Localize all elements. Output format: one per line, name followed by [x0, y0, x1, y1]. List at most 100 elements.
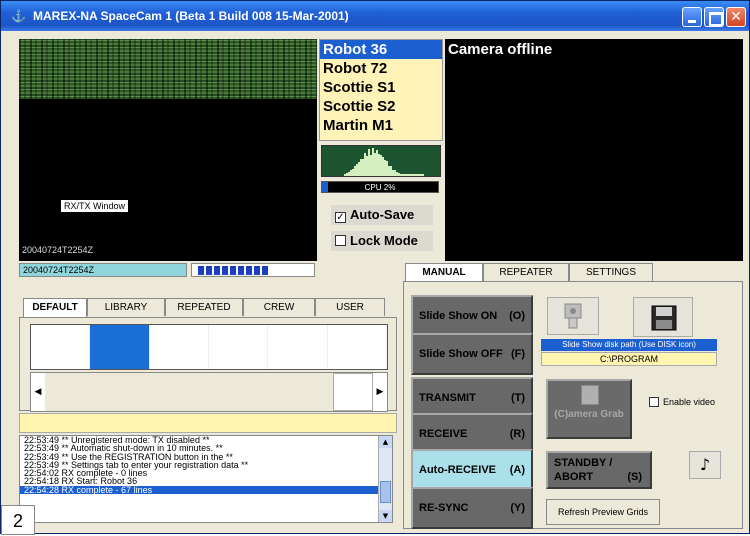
resync-button[interactable]: RE-SYNC (Y) — [411, 487, 533, 529]
rx-progress-bar — [191, 263, 315, 277]
scroll-thumb[interactable] — [333, 373, 373, 411]
progress-segment — [198, 266, 204, 275]
slide-show-on-label: Slide Show ON — [419, 310, 498, 322]
camera-icon — [564, 303, 582, 329]
tab-default[interactable]: DEFAULT — [23, 298, 87, 318]
tab-settings[interactable]: SETTINGS — [569, 263, 653, 281]
progress-segment — [238, 266, 244, 275]
tab-library[interactable]: LIBRARY — [87, 298, 165, 316]
scroll-up-icon[interactable]: ▲ — [379, 436, 392, 448]
lock-mode-label: Lock Mode — [350, 233, 418, 248]
sound-button[interactable]: ♪ — [689, 451, 721, 479]
lock-mode-checkbox[interactable]: Lock Mode — [331, 231, 433, 251]
receive-label: RECEIVE — [419, 428, 468, 440]
minimize-button[interactable] — [682, 7, 702, 27]
slide-show-off-button[interactable]: Slide Show OFF (F) — [411, 333, 533, 375]
scroll-down-icon[interactable]: ▼ — [379, 510, 392, 522]
received-image-band — [19, 39, 317, 99]
progress-segment — [222, 266, 228, 275]
standby-label: STANDBY / ABORT — [554, 457, 613, 483]
camera-grab-label: (C)amera Grab — [554, 409, 624, 420]
slide-show-on-key: (O) — [509, 310, 525, 322]
auto-receive-key: (A) — [509, 464, 525, 476]
rx-timestamp: 20040724T2254Z — [22, 245, 94, 255]
grid-cell[interactable] — [31, 325, 91, 369]
disk-button[interactable] — [633, 297, 693, 337]
cpu-meter: CPU 2% — [321, 181, 439, 193]
checkbox-checked-icon[interactable]: ✓ — [335, 212, 346, 223]
disk-icon — [651, 305, 677, 331]
checkbox-empty-icon[interactable] — [649, 397, 659, 407]
auto-save-label: Auto-Save — [350, 207, 415, 222]
grid-cell[interactable] — [90, 325, 150, 369]
grid-cell[interactable] — [150, 325, 209, 369]
mode-item[interactable]: Scottie S1 — [320, 78, 442, 97]
auto-receive-label: Auto-RECEIVE — [419, 464, 496, 476]
vertical-scrollbar[interactable]: ▲ ▼ — [378, 436, 392, 522]
figure-number: 2 — [1, 505, 35, 535]
slide-show-path-label: Slide Show disk path (Use DISK icon) — [541, 339, 717, 351]
checkbox-empty-icon[interactable] — [335, 235, 346, 246]
rx-tx-window: RX/TX Window 20040724T2254Z — [19, 39, 317, 261]
mode-item[interactable]: Robot 36 — [320, 40, 442, 59]
camera-grab-button[interactable]: (C)amera Grab — [546, 379, 632, 439]
audio-spectrum — [321, 145, 441, 177]
transmit-key: (T) — [510, 392, 525, 404]
progress-segment — [262, 266, 268, 275]
camera-view: Camera offline — [445, 39, 743, 261]
camera-icon — [581, 385, 599, 405]
slide-show-off-key: (F) — [510, 348, 525, 360]
grid-cell[interactable] — [268, 325, 328, 369]
grid-cell[interactable] — [328, 325, 387, 369]
log-line: 22:54:28 RX complete - 67 lines — [20, 485, 392, 494]
enable-video-checkbox[interactable]: Enable video — [649, 397, 715, 407]
mode-item[interactable]: Robot 72 — [320, 59, 442, 78]
refresh-preview-grids-button[interactable]: Refresh Preview Grids — [546, 499, 660, 525]
auto-receive-button[interactable]: Auto-RECEIVE (A) — [411, 449, 533, 491]
left-tab-bar: DEFAULT LIBRARY REPEATED CREW USER — [23, 298, 385, 318]
cpu-label: CPU 2% — [364, 183, 396, 192]
resync-label: RE-SYNC — [419, 502, 469, 514]
mode-list[interactable]: Robot 36 Robot 72 Scottie S1 Scottie S2 … — [319, 39, 443, 141]
grid-cell[interactable] — [209, 325, 269, 369]
progress-segment — [230, 266, 236, 275]
scroll-thumb[interactable] — [380, 481, 391, 503]
music-note-icon: ♪ — [699, 455, 711, 474]
event-log: 22:53:49 ** Unregistered mode: TX disabl… — [19, 435, 393, 523]
slide-show-off-label: Slide Show OFF — [419, 348, 503, 360]
auto-save-checkbox[interactable]: ✓ Auto-Save — [331, 205, 433, 225]
horizontal-scrollbar[interactable]: ◀ ▶ — [30, 372, 388, 412]
maximize-button[interactable] — [704, 7, 724, 27]
mode-item[interactable]: Martin M1 — [320, 116, 442, 135]
preview-grid-panel: ◀ ▶ — [19, 317, 397, 412]
scroll-right-icon[interactable]: ▶ — [373, 373, 387, 411]
title-bar[interactable]: ⚓ MAREX-NA SpaceCam 1 (Beta 1 Build 008 … — [1, 1, 749, 31]
progress-segment — [254, 266, 260, 275]
camera-status-message: Camera offline — [448, 41, 553, 58]
enable-video-label: Enable video — [663, 397, 716, 407]
tab-user[interactable]: USER — [315, 298, 385, 316]
resync-key: (Y) — [510, 502, 525, 514]
timestamp-field: 20040724T2254Z — [19, 263, 187, 277]
status-strip — [19, 413, 397, 433]
main-window: ⚓ MAREX-NA SpaceCam 1 (Beta 1 Build 008 … — [0, 0, 750, 535]
scroll-left-icon[interactable]: ◀ — [31, 373, 45, 411]
standby-abort-button[interactable]: STANDBY / ABORT (S) — [546, 451, 652, 489]
tab-repeater[interactable]: REPEATER — [483, 263, 569, 281]
slide-show-path-field[interactable]: C:\PROGRAM — [541, 352, 717, 366]
tab-repeated[interactable]: REPEATED — [165, 298, 243, 316]
close-button[interactable]: ✕ — [726, 7, 746, 27]
app-icon: ⚓ — [11, 9, 26, 23]
progress-segment — [214, 266, 220, 275]
tab-crew[interactable]: CREW — [243, 298, 315, 316]
window-title: MAREX-NA SpaceCam 1 (Beta 1 Build 008 15… — [33, 9, 349, 23]
camera-settings-button[interactable] — [547, 297, 599, 335]
preview-grid[interactable] — [30, 324, 388, 370]
spectrum-bar — [422, 174, 424, 176]
receive-key: (R) — [509, 428, 525, 440]
transmit-label: TRANSMIT — [419, 392, 476, 404]
mode-item[interactable]: Scottie S2 — [320, 97, 442, 116]
tab-manual[interactable]: MANUAL — [405, 263, 483, 283]
slide-show-on-button[interactable]: Slide Show ON (O) — [411, 295, 533, 337]
right-tab-bar: MANUAL REPEATER SETTINGS — [405, 263, 653, 283]
